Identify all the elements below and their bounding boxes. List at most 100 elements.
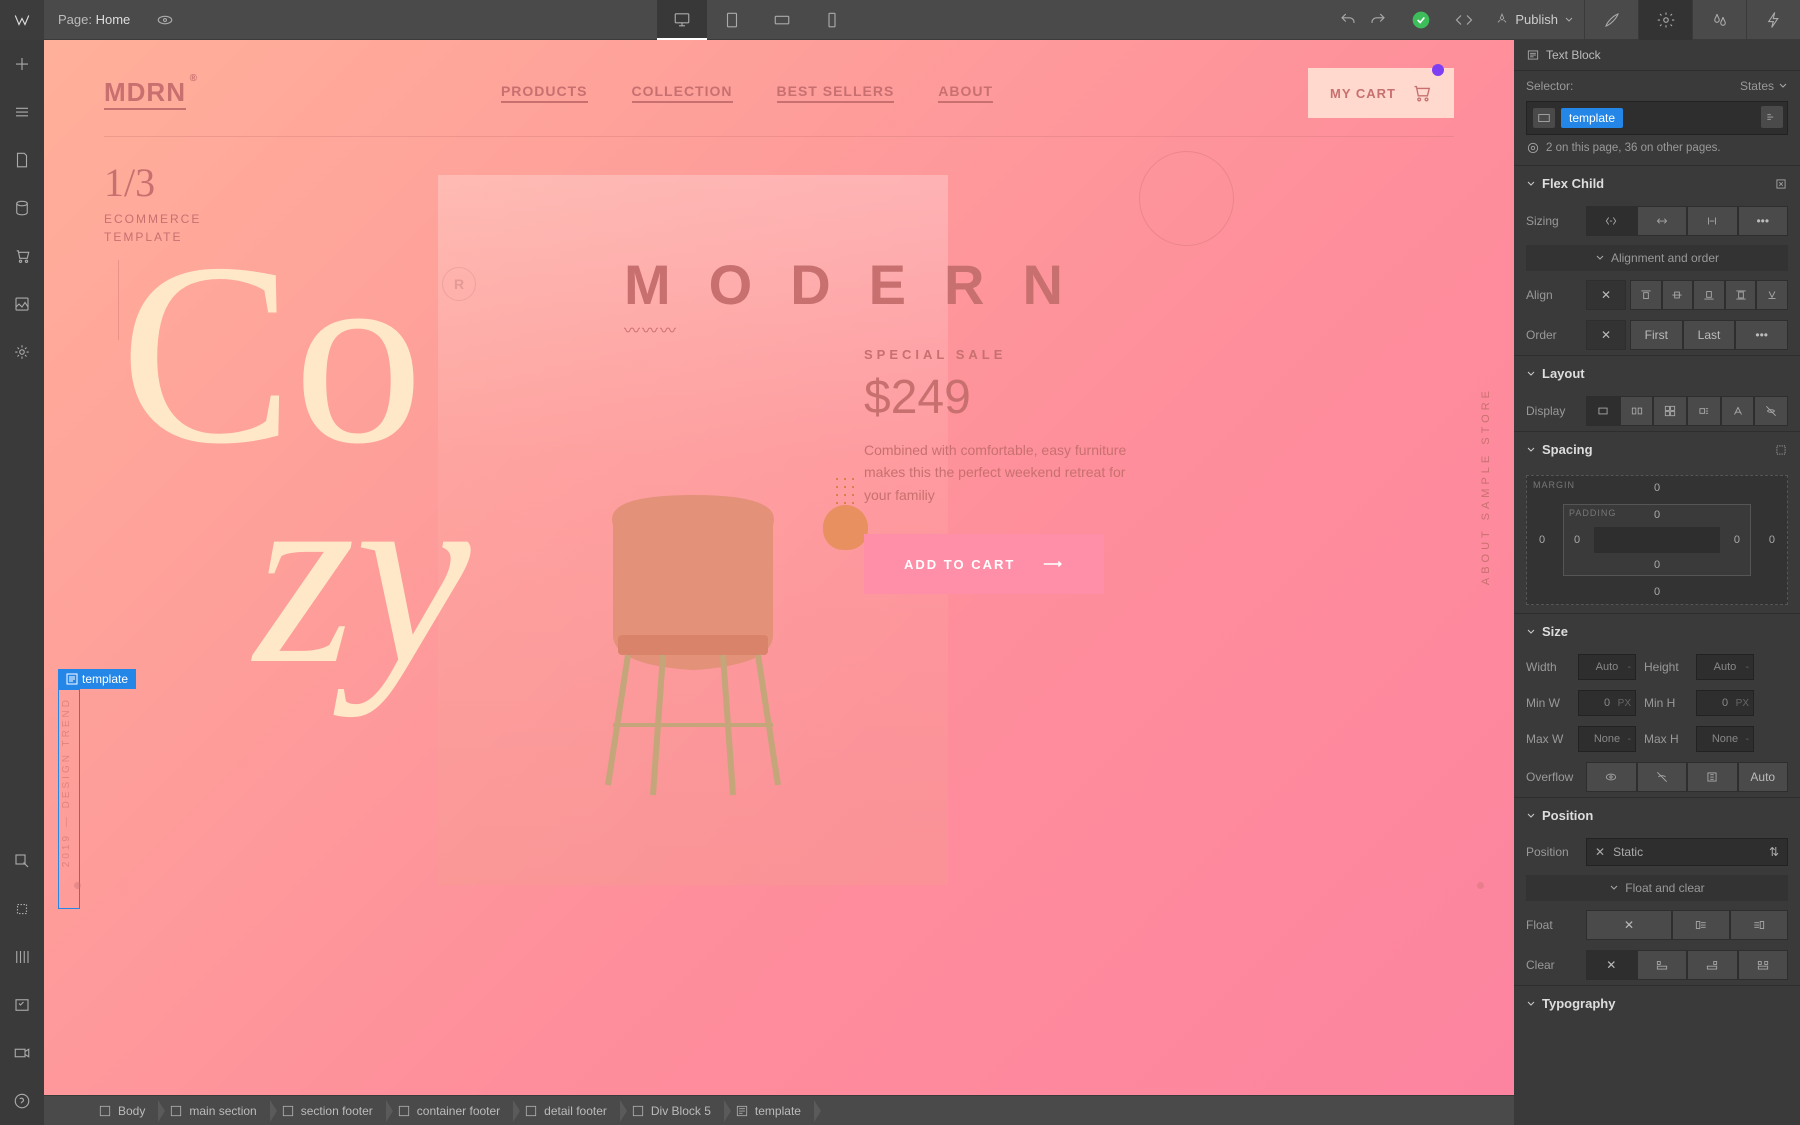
dot-left[interactable] <box>74 882 81 889</box>
assets-button[interactable] <box>0 280 44 328</box>
clear-left[interactable] <box>1637 950 1688 980</box>
overflow-visible[interactable] <box>1586 762 1637 792</box>
redo-button[interactable] <box>1365 7 1391 33</box>
expand-icon[interactable] <box>1774 443 1788 457</box>
interactions-tab[interactable] <box>1746 0 1800 40</box>
add-element-button[interactable] <box>0 40 44 88</box>
maxw-input[interactable]: None- <box>1578 726 1636 752</box>
align-stretch[interactable] <box>1725 280 1757 310</box>
video-button[interactable] <box>0 1029 44 1077</box>
nav-about[interactable]: ABOUT <box>938 83 993 103</box>
order-more[interactable]: ••• <box>1735 320 1788 350</box>
height-input[interactable]: Auto- <box>1696 654 1754 680</box>
selector-input[interactable]: template <box>1526 101 1788 135</box>
align-baseline[interactable] <box>1756 280 1788 310</box>
style-panel-tab[interactable] <box>1584 0 1638 40</box>
selector-tag[interactable]: template <box>1561 108 1623 128</box>
nav-products[interactable]: PRODUCTS <box>501 83 588 103</box>
float-left[interactable] <box>1672 910 1730 940</box>
order-first[interactable]: First <box>1630 320 1683 350</box>
section-position[interactable]: Position <box>1514 797 1800 833</box>
grid-button[interactable] <box>0 933 44 981</box>
display-flex[interactable] <box>1620 396 1654 426</box>
states-dropdown[interactable]: States <box>1740 79 1788 93</box>
device-tablet[interactable] <box>707 0 757 40</box>
sizing-shrink[interactable] <box>1586 206 1637 236</box>
float-none[interactable]: ✕ <box>1586 910 1672 940</box>
add-to-cart-button[interactable]: ADD TO CART ⟶ <box>864 534 1104 594</box>
overflow-scroll[interactable] <box>1687 762 1738 792</box>
section-spacing[interactable]: Spacing <box>1514 431 1800 467</box>
alignment-order-toggle[interactable]: Alignment and order <box>1526 245 1788 271</box>
display-grid[interactable] <box>1653 396 1687 426</box>
padding-top[interactable]: 0 <box>1654 509 1660 521</box>
pages-button[interactable] <box>0 136 44 184</box>
sizing-none[interactable] <box>1687 206 1738 236</box>
clear-right[interactable] <box>1687 950 1738 980</box>
inheritance-button[interactable] <box>1761 106 1783 128</box>
edit-mode-button[interactable] <box>0 837 44 885</box>
order-none[interactable]: ✕ <box>1586 320 1626 350</box>
padding-left[interactable]: 0 <box>1574 534 1580 546</box>
page-selector[interactable]: Page: Home <box>44 12 144 27</box>
display-inline-block[interactable] <box>1687 396 1721 426</box>
clear-both[interactable] <box>1738 950 1789 980</box>
display-inline[interactable] <box>1721 396 1755 426</box>
webflow-logo[interactable] <box>0 0 44 40</box>
help-button[interactable] <box>0 1077 44 1125</box>
style-manager-tab[interactable] <box>1692 0 1746 40</box>
design-canvas[interactable]: MDRN® PRODUCTS COLLECTION BEST SELLERS A… <box>44 40 1514 1095</box>
align-end[interactable] <box>1693 280 1725 310</box>
margin-bottom[interactable]: 0 <box>1654 586 1660 598</box>
publish-button[interactable]: Publish <box>1485 12 1584 27</box>
preview-toggle[interactable] <box>144 11 186 29</box>
minw-input[interactable]: 0PX <box>1578 690 1636 716</box>
crumb-container-footer[interactable]: container footer <box>387 1096 514 1125</box>
cart-button[interactable]: MY CART <box>1308 68 1454 118</box>
nav-collection[interactable]: COLLECTION <box>632 83 733 103</box>
section-flex-child[interactable]: Flex Child <box>1514 165 1800 201</box>
display-none[interactable] <box>1754 396 1788 426</box>
float-clear-toggle[interactable]: Float and clear <box>1526 875 1788 901</box>
crumb-body[interactable]: Body <box>88 1096 159 1125</box>
code-export-button[interactable] <box>1443 11 1485 29</box>
ecommerce-button[interactable] <box>0 232 44 280</box>
navigator-button[interactable] <box>0 88 44 136</box>
minh-input[interactable]: 0PX <box>1696 690 1754 716</box>
sizing-more[interactable]: ••• <box>1738 206 1789 236</box>
brand-logo[interactable]: MDRN® <box>104 77 186 110</box>
align-start[interactable] <box>1630 280 1662 310</box>
crumb-section-footer[interactable]: section footer <box>271 1096 387 1125</box>
section-size[interactable]: Size <box>1514 613 1800 649</box>
crumb-template[interactable]: template <box>725 1096 815 1125</box>
device-mobile[interactable] <box>807 0 857 40</box>
audit-button[interactable] <box>0 981 44 1029</box>
nav-bestsellers[interactable]: BEST SELLERS <box>777 83 895 103</box>
settings-panel-tab[interactable] <box>1638 0 1692 40</box>
position-select[interactable]: ✕ Static ⇅ <box>1586 838 1788 866</box>
reset-icon[interactable] <box>1774 177 1788 191</box>
settings-button[interactable] <box>0 328 44 376</box>
selection-label[interactable]: template <box>58 669 136 689</box>
undo-button[interactable] <box>1335 7 1361 33</box>
float-right[interactable] <box>1730 910 1788 940</box>
section-typography[interactable]: Typography <box>1514 985 1800 1021</box>
width-input[interactable]: Auto- <box>1578 654 1636 680</box>
align-none[interactable]: ✕ <box>1586 280 1626 310</box>
margin-top[interactable]: 0 <box>1654 482 1660 494</box>
crumb-detail-footer[interactable]: detail footer <box>514 1096 621 1125</box>
cms-button[interactable] <box>0 184 44 232</box>
margin-left[interactable]: 0 <box>1539 534 1545 546</box>
margin-right[interactable]: 0 <box>1769 534 1775 546</box>
spacing-editor[interactable]: MARGIN 0 0 0 0 PADDING 0 0 0 0 <box>1526 475 1788 605</box>
maxh-input[interactable]: None- <box>1696 726 1754 752</box>
overflow-auto[interactable]: Auto <box>1738 762 1789 792</box>
crumb-div-block-5[interactable]: Div Block 5 <box>621 1096 725 1125</box>
padding-right[interactable]: 0 <box>1734 534 1740 546</box>
sizing-grow[interactable] <box>1637 206 1688 236</box>
clear-none[interactable]: ✕ <box>1586 950 1637 980</box>
device-desktop[interactable] <box>657 0 707 40</box>
device-tablet-landscape[interactable] <box>757 0 807 40</box>
overflow-hidden[interactable] <box>1637 762 1688 792</box>
padding-bottom[interactable]: 0 <box>1654 559 1660 571</box>
